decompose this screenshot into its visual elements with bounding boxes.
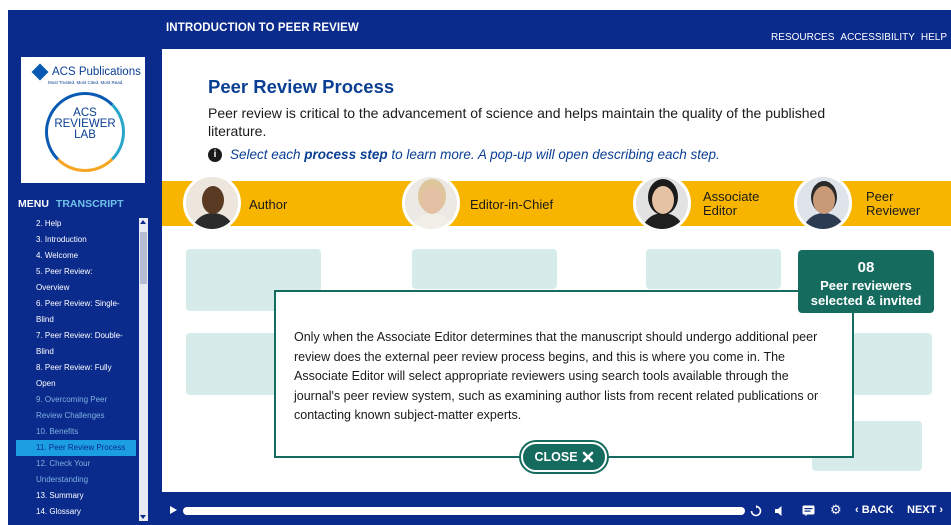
acs-diamond-icon	[31, 63, 49, 81]
badge-title: Peer reviewers selected & invited	[798, 278, 934, 308]
instruction-bold: process step	[304, 147, 388, 162]
menu-item[interactable]: Open	[16, 376, 136, 392]
role-associate-editor-line1: Associate	[703, 189, 760, 204]
instruction-text: Select each process step to learn more. …	[230, 147, 720, 162]
reviewer-lab-text: ACS REVIEWER LAB	[48, 107, 122, 141]
next-button-label: NEXT	[907, 504, 937, 516]
tab-menu[interactable]: MENU	[18, 198, 49, 210]
menu-item[interactable]: Blind	[16, 312, 136, 328]
window-top-edge	[0, 0, 951, 10]
reviewer-lab-logo: ACS REVIEWER LAB	[45, 92, 125, 172]
role-associate-editor-label[interactable]: Associate Editor	[703, 190, 759, 218]
menu-item[interactable]: 2. Help	[16, 216, 136, 232]
popup-description: Only when the Associate Editor determine…	[294, 330, 819, 422]
replay-icon[interactable]	[750, 505, 762, 517]
resources-link[interactable]: RESOURCES	[771, 32, 834, 43]
menu-item[interactable]: 13. Summary	[16, 488, 136, 504]
volume-icon[interactable]	[774, 505, 787, 517]
next-button[interactable]: NEXT ›	[907, 504, 943, 516]
play-icon[interactable]	[170, 506, 177, 514]
acs-publications-logo: ACS Publications	[31, 63, 141, 81]
tab-transcript[interactable]: TRANSCRIPT	[56, 198, 124, 210]
role-editor-in-chief-label[interactable]: Editor-in-Chief	[470, 198, 553, 212]
avatar-head	[202, 186, 224, 214]
associate-editor-avatar[interactable]	[633, 174, 691, 232]
role-peer-reviewer-line1: Peer	[866, 189, 894, 204]
menu-item[interactable]: 9. Overcoming Peer	[16, 392, 136, 408]
process-step-box[interactable]	[412, 249, 557, 289]
scroll-down-icon[interactable]	[140, 515, 146, 519]
menu-item[interactable]: Understanding	[16, 472, 136, 488]
avatar-head	[652, 186, 674, 214]
menu-item[interactable]: 14. Glossary	[16, 504, 136, 520]
page-title: Peer Review Process	[208, 76, 395, 97]
acs-logo-panel: ACS Publications Most Trusted. Most Cite…	[21, 57, 145, 183]
settings-gear-icon[interactable]: ⚙	[830, 502, 842, 518]
sidebar-tabs: MENU TRANSCRIPT	[18, 198, 124, 210]
menu-scrollbar[interactable]	[139, 218, 148, 521]
captions-icon[interactable]	[802, 505, 815, 517]
scroll-thumb[interactable]	[140, 232, 147, 284]
role-peer-reviewer-label[interactable]: Peer Reviewer	[866, 190, 920, 218]
menu-item[interactable]: 4. Welcome	[16, 248, 136, 264]
menu-item[interactable]: 7. Peer Review: Double-	[16, 328, 136, 344]
menu-item[interactable]: 3. Introduction	[16, 232, 136, 248]
process-step-box[interactable]	[852, 333, 932, 395]
avatar-head	[813, 186, 835, 214]
peer-reviewer-avatar[interactable]	[794, 174, 852, 232]
close-icon	[582, 451, 593, 463]
role-peer-reviewer-line2: Reviewer	[866, 203, 921, 218]
menu-item[interactable]: 6. Peer Review: Single-	[16, 296, 136, 312]
step-08-badge: 08 Peer reviewers selected & invited	[798, 250, 934, 313]
menu-item[interactable]: 8. Peer Review: Fully	[16, 360, 136, 376]
instruction-line: i Select each process step to learn more…	[208, 147, 720, 162]
menu-list: 2. Help 3. Introduction 4. Welcome 5. Peer …	[16, 216, 136, 525]
menu-item[interactable]: Blind	[16, 344, 136, 360]
badge-line-2: selected & invited	[810, 293, 922, 308]
scroll-up-icon[interactable]	[140, 220, 146, 224]
top-links: RESOURCES ACCESSIBILITY HELP	[771, 32, 947, 43]
course-title: INTRODUCTION TO PEER REVIEW	[166, 22, 359, 34]
progress-bar[interactable]	[183, 507, 745, 515]
author-avatar[interactable]	[183, 174, 241, 232]
close-button-label: CLOSE	[534, 450, 578, 464]
close-button[interactable]: CLOSE	[521, 442, 607, 472]
editor-in-chief-avatar[interactable]	[402, 174, 460, 232]
avatar-body	[802, 213, 846, 229]
menu-item[interactable]: 10. Benefits	[16, 424, 136, 440]
avatar-head	[421, 186, 443, 214]
badge-line-1: Peer reviewers	[820, 278, 912, 293]
avatar-body	[410, 213, 454, 229]
intro-text: Peer review is critical to the advanceme…	[208, 105, 826, 139]
back-button-label: BACK	[861, 504, 894, 516]
instruction-part-1: Select each	[230, 147, 305, 162]
menu-item[interactable]: Overview	[16, 280, 136, 296]
badge-number: 08	[857, 259, 875, 276]
instruction-part-2: to learn more. A pop-up will open descri…	[387, 147, 720, 162]
player-controls: ⚙ ‹ BACK NEXT ›	[162, 498, 951, 525]
avatar-body	[641, 213, 685, 229]
menu-item[interactable]: Review Challenges	[16, 408, 136, 424]
role-author-label[interactable]: Author	[249, 198, 287, 212]
lab-line-3: LAB	[74, 129, 96, 141]
help-link[interactable]: HELP	[921, 32, 947, 43]
menu-item[interactable]: 11. Peer Review Process	[16, 440, 136, 456]
menu-item[interactable]: 5. Peer Review:	[16, 264, 136, 280]
acs-publications-text: ACS Publications	[52, 65, 141, 78]
acs-tagline: Most Trusted. Most Cited. Most Read.	[48, 80, 124, 85]
info-icon: i	[208, 147, 222, 162]
role-associate-editor-line2: Editor	[703, 203, 737, 218]
avatar-body	[191, 213, 235, 229]
process-step-box[interactable]	[646, 249, 781, 289]
accessibility-link[interactable]: ACCESSIBILITY	[840, 32, 914, 43]
menu-item[interactable]: 12. Check Your	[16, 456, 136, 472]
step-popup: Only when the Associate Editor determine…	[274, 290, 854, 458]
back-button[interactable]: ‹ BACK	[855, 504, 894, 516]
